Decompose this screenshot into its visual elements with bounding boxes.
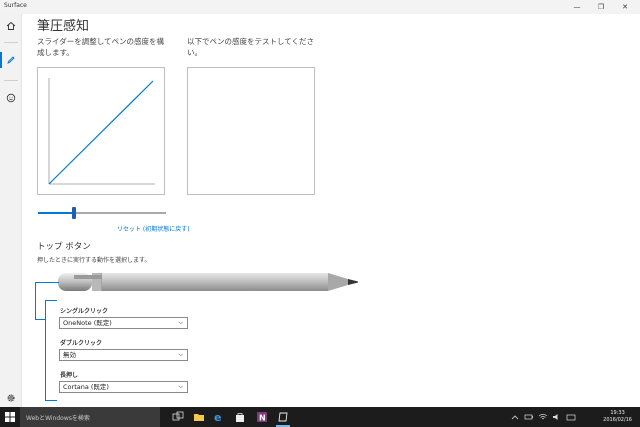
nav-divider [4, 42, 18, 43]
slider-fill [38, 212, 74, 214]
taskbar: WebとWindowsを検索 e N 19:33 2016/02/16 [0, 407, 640, 427]
keyboard-icon[interactable] [566, 412, 576, 422]
double-click-value: 無効 [63, 351, 76, 359]
edge-browser-icon[interactable]: e [213, 411, 225, 423]
tray-chevron-up-icon[interactable] [510, 412, 520, 422]
smiley-icon [6, 93, 16, 103]
volume-icon[interactable] [552, 412, 562, 422]
home-icon [6, 21, 16, 30]
search-placeholder: WebとWindowsを検索 [26, 415, 90, 422]
task-view-icon[interactable] [172, 411, 184, 423]
onenote-icon[interactable]: N [256, 411, 268, 423]
double-click-label: ダブルクリック [60, 340, 103, 347]
store-icon[interactable] [234, 411, 246, 423]
nav-pen-button[interactable] [0, 50, 22, 70]
gear-icon [7, 394, 15, 402]
main-content: 筆圧感知 スライダーを調整してペンの感度を構成します。 以下でペンの感度をテスト… [22, 14, 640, 407]
sensitivity-curve-box [37, 67, 165, 195]
single-click-label: シングルクリック [60, 308, 109, 315]
long-press-label: 長押し [60, 372, 79, 379]
start-button[interactable] [0, 407, 20, 427]
clock-time: 19:33 [610, 410, 625, 416]
nav-feedback-button[interactable] [0, 88, 22, 108]
windows-logo-icon [5, 412, 15, 422]
test-description: 以下でペンの感度をテストしてください。 [187, 37, 315, 57]
svg-text:N: N [259, 414, 266, 423]
double-click-dropdown[interactable]: 無効 ⌵ [59, 349, 188, 361]
reset-link[interactable]: リセット (初期状態に戻す) [117, 224, 190, 233]
nav-divider [4, 80, 18, 81]
sensitivity-slider[interactable] [38, 207, 166, 219]
chevron-down-icon: ⌵ [178, 351, 183, 358]
restore-button[interactable]: ❐ [592, 0, 610, 14]
single-click-value: OneNote (既定) [63, 319, 112, 327]
file-explorer-icon[interactable] [193, 411, 205, 423]
clock-date: 2016/02/16 [603, 417, 632, 423]
nav-settings-button[interactable] [0, 388, 22, 408]
options-bracket-top [45, 300, 57, 301]
title-bar: Surface — ❐ ✕ [0, 0, 640, 14]
nav-home-button[interactable] [0, 16, 22, 36]
left-navigation [0, 14, 22, 407]
slider-thumb[interactable] [71, 207, 76, 219]
chevron-down-icon: ⌵ [178, 383, 183, 390]
close-button[interactable]: ✕ [616, 0, 634, 14]
pen-test-area[interactable] [187, 67, 315, 195]
options-bracket [45, 300, 57, 400]
top-button-title: トップ ボタン [37, 242, 91, 252]
pen-bracket-stub [35, 319, 45, 320]
wifi-icon[interactable] [538, 412, 548, 422]
window-title: Surface [4, 2, 27, 9]
pen-icon [7, 56, 15, 64]
surface-app-icon[interactable] [277, 411, 289, 423]
minimize-button[interactable]: — [568, 0, 586, 14]
slider-description: スライダーを調整してペンの感度を構成します。 [37, 37, 164, 57]
long-press-dropdown[interactable]: Cortana (既定) ⌵ [59, 381, 188, 393]
svg-text:e: e [214, 411, 221, 423]
top-button-description: 押したときに実行する動作を選択します。 [37, 257, 151, 264]
battery-icon[interactable] [524, 412, 534, 422]
sensitivity-curve [48, 78, 155, 185]
page-title: 筆圧感知 [37, 19, 90, 34]
single-click-dropdown[interactable]: OneNote (既定) ⌵ [59, 317, 188, 329]
taskbar-clock[interactable]: 19:33 2016/02/16 [603, 410, 632, 424]
taskbar-search-box[interactable]: WebとWindowsを検索 [20, 407, 160, 427]
surface-pen-illustration [58, 273, 358, 291]
long-press-value: Cortana (既定) [63, 383, 109, 391]
chevron-down-icon: ⌵ [178, 319, 183, 326]
options-bracket-bottom [45, 400, 57, 401]
